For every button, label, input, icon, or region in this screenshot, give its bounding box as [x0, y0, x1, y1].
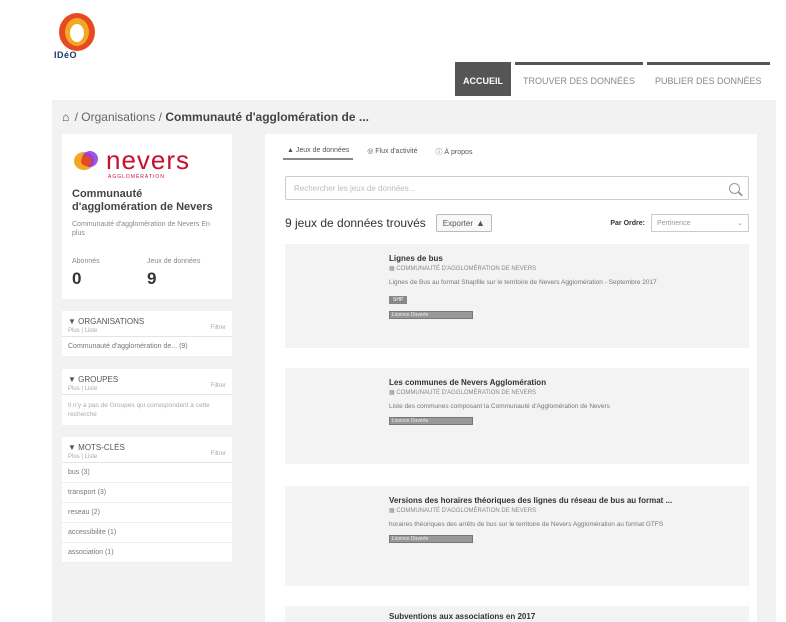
- sort-select[interactable]: Pertinence ⌄: [651, 214, 749, 232]
- nevers-logo-mark: [74, 151, 98, 170]
- search-input[interactable]: Rechercher les jeux de données...: [285, 176, 749, 200]
- nevers-wordmark: nevers: [106, 145, 191, 175]
- top-navigation: ACCUEIL TROUVER DES DONNÉES PUBLIER DES …: [455, 62, 770, 96]
- dataset-org: ▦ COMMUNAUTÉ D'AGGLOMÉRATION DE NEVERS: [389, 508, 537, 514]
- facet-item[interactable]: accessibilite (1): [62, 523, 232, 543]
- facet-sub[interactable]: Plus | Liste: [68, 454, 226, 460]
- dataset-title[interactable]: Les communes de Nevers Agglomération: [389, 378, 741, 387]
- facet-title: ▼ GROUPES: [68, 375, 119, 384]
- facet-header: ▼ ORGANISATIONS Plus | Liste Filtrer: [62, 311, 232, 337]
- facet-header: ▼ GROUPES Plus | Liste Filtrer: [62, 369, 232, 395]
- license-tag: Licence Ouverte: [389, 311, 473, 319]
- dataset-body: Lignes de bus ▦ COMMUNAUTÉ D'AGGLOMÉRATI…: [389, 254, 741, 319]
- facet-item[interactable]: bus (3): [62, 463, 232, 483]
- dataset-item[interactable]: Subventions aux associations en 2017: [285, 606, 749, 622]
- license-tag: Licence Ouverte: [389, 417, 473, 425]
- facet-item[interactable]: transport (3): [62, 483, 232, 503]
- facet-filter[interactable]: Filtrer: [211, 451, 226, 457]
- content-area: ⌂ / Organisations / Communauté d'agglomé…: [52, 100, 776, 622]
- breadcrumb-current[interactable]: Communauté d'agglomération de ...: [165, 110, 369, 124]
- breadcrumb-separator: /: [74, 110, 78, 124]
- dataset-body: Subventions aux associations en 2017: [389, 612, 741, 621]
- facet-filter[interactable]: Filtrer: [211, 383, 226, 389]
- facet-groupes: ▼ GROUPES Plus | Liste Filtrer Il n'y a …: [62, 369, 232, 425]
- results-bar: 9 jeux de données trouvés Exporter ▲ Par…: [285, 212, 749, 234]
- dataset-description: Lignes de Bus au format Shapfile sur le …: [389, 279, 657, 286]
- nav-trouver-donnees[interactable]: TROUVER DES DONNÉES: [515, 62, 644, 96]
- org-title: Communauté d'agglomération de Nevers: [72, 188, 213, 213]
- sort-label: Par Ordre:: [610, 219, 645, 227]
- dataset-body: Les communes de Nevers Agglomération ▦ C…: [389, 378, 741, 425]
- building-icon: ▦: [389, 390, 395, 396]
- nevers-logo: nevers: [72, 144, 222, 176]
- nav-accueil[interactable]: ACCUEIL: [455, 62, 511, 96]
- dataset-org: ▦ COMMUNAUTÉ D'AGGLOMÉRATION DE NEVERS: [389, 266, 537, 272]
- dataset-item[interactable]: Lignes de bus ▦ COMMUNAUTÉ D'AGGLOMÉRATI…: [285, 244, 749, 348]
- facet-organisations: ▼ ORGANISATIONS Plus | Liste Filtrer Com…: [62, 311, 232, 357]
- breadcrumb: ⌂ / Organisations / Communauté d'agglomé…: [62, 110, 369, 124]
- facet-item[interactable]: reseau (2): [62, 503, 232, 523]
- tabs: ▲ Jeux de données ◎ Flux d'activité ⓘ À …: [283, 144, 476, 160]
- search-placeholder: Rechercher les jeux de données...: [294, 183, 416, 193]
- rss-icon: ◎: [367, 148, 374, 155]
- chevron-down-icon: ⌄: [737, 220, 743, 227]
- dataset-title[interactable]: Versions des horaires théoriques des lig…: [389, 496, 741, 505]
- search-icon[interactable]: [729, 182, 740, 194]
- facet-empty-message: Il n'y a pas de Groupes qui corresponden…: [68, 402, 210, 418]
- stat-value: 9: [147, 269, 157, 288]
- filter-icon: ▼: [68, 443, 76, 452]
- export-button[interactable]: Exporter ▲: [435, 214, 492, 232]
- stat-label: Jeux de données: [147, 258, 201, 265]
- home-icon[interactable]: ⌂: [62, 110, 69, 124]
- building-icon: ▦: [389, 266, 395, 272]
- dataset-body: Versions des horaires théoriques des lig…: [389, 496, 741, 543]
- stat-label: Abonnés: [72, 258, 100, 265]
- stat-followers: Abonnés 0: [72, 258, 147, 289]
- facet-filter[interactable]: Filtrer: [211, 325, 226, 331]
- facet-item[interactable]: association (1): [62, 543, 232, 563]
- org-card: nevers AGGLOMÉRATION Communauté d'agglom…: [62, 134, 232, 299]
- dataset-org: ▦ COMMUNAUTÉ D'AGGLOMÉRATION DE NEVERS: [389, 390, 537, 396]
- tab-activity[interactable]: ◎ Flux d'activité: [363, 144, 421, 160]
- filter-icon: ▼: [68, 375, 76, 384]
- breadcrumb-organisations[interactable]: Organisations: [81, 110, 155, 124]
- facet-header: ▼ MOTS-CLÉS Plus | Liste Filtrer: [62, 437, 232, 463]
- tab-about[interactable]: ⓘ À propos: [431, 144, 476, 160]
- dataset-title[interactable]: Subventions aux associations en 2017: [389, 612, 741, 621]
- main-panel: ▲ Jeux de données ◎ Flux d'activité ⓘ À …: [265, 134, 757, 622]
- sidebar: nevers AGGLOMÉRATION Communauté d'agglom…: [62, 134, 232, 563]
- dataset-item[interactable]: Versions des horaires théoriques des lig…: [285, 486, 749, 586]
- sitemap-icon: ▲: [287, 147, 294, 154]
- breadcrumb-separator: /: [158, 110, 163, 124]
- facet-sub[interactable]: Plus | Liste: [68, 386, 226, 392]
- stat-value: 0: [72, 269, 82, 288]
- results-count: 9 jeux de données trouvés: [285, 216, 426, 230]
- info-icon: ⓘ: [435, 149, 443, 156]
- facet-title: ▼ MOTS-CLÉS: [68, 443, 125, 452]
- dataset-title[interactable]: Lignes de bus: [389, 254, 741, 263]
- facet-sub[interactable]: Plus | Liste: [68, 328, 226, 334]
- facet-item[interactable]: Communauté d'agglomération de... (9): [62, 337, 232, 357]
- format-badge[interactable]: SHP: [389, 296, 408, 304]
- building-icon: ▦: [389, 508, 395, 514]
- upload-icon: ▲: [476, 218, 485, 228]
- facet-mots-cles: ▼ MOTS-CLÉS Plus | Liste Filtrer bus (3)…: [62, 437, 232, 563]
- org-description: Communauté d'agglomération de Nevers En …: [72, 221, 210, 237]
- org-stats: Abonnés 0 Jeux de données 9: [72, 258, 222, 289]
- facet-title: ▼ ORGANISATIONS: [68, 317, 145, 326]
- logo-text: IDéO: [54, 50, 78, 60]
- sort-control: Par Ordre: Pertinence ⌄: [610, 214, 749, 232]
- dataset-description: Liste des communes composant la Communau…: [389, 403, 610, 410]
- nav-publier-donnees[interactable]: PUBLIER DES DONNÉES: [647, 62, 770, 96]
- filter-icon: ▼: [68, 317, 76, 326]
- stat-datasets: Jeux de données 9: [147, 258, 222, 289]
- dataset-item[interactable]: Les communes de Nevers Agglomération ▦ C…: [285, 368, 749, 464]
- dataset-description: horaires théoriques des arrêts de bus su…: [389, 521, 664, 528]
- tab-datasets[interactable]: ▲ Jeux de données: [283, 144, 354, 160]
- license-tag: Licence Ouverte: [389, 535, 473, 543]
